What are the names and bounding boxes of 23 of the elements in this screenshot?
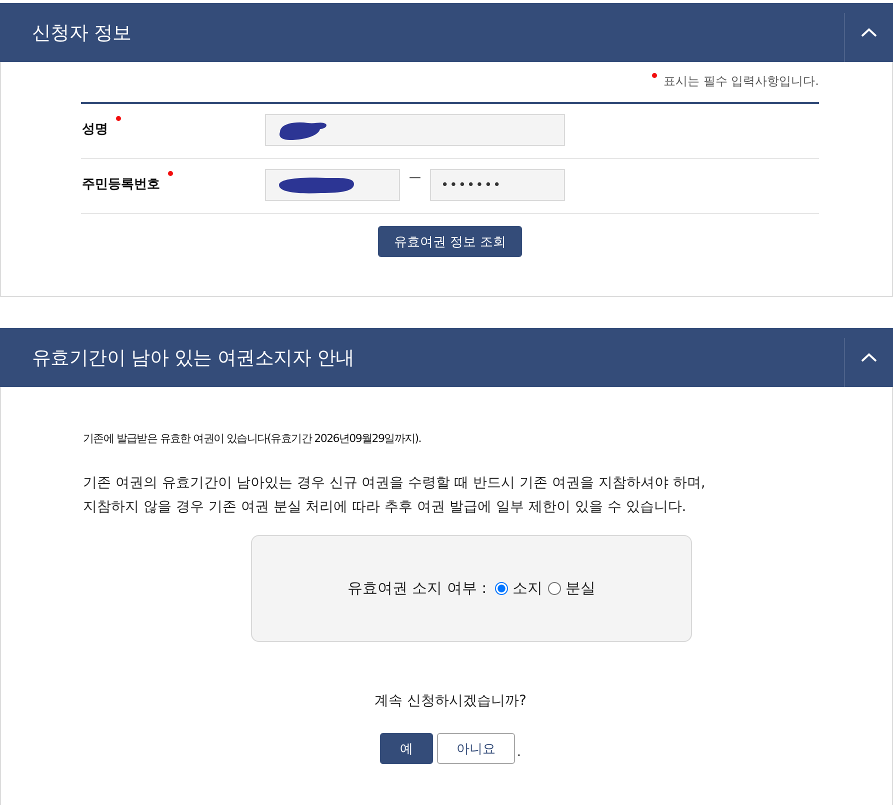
- section-title: 유효기간이 남아 있는 여권소지자 안내: [32, 346, 354, 370]
- no-button[interactable]: 아니요: [436, 733, 515, 764]
- field-label: 주민등록번호: [82, 177, 160, 193]
- yes-button[interactable]: 예: [380, 733, 433, 764]
- radio-label[interactable]: 소지: [512, 579, 543, 598]
- lookup-button[interactable]: 유효여권 정보 조회: [378, 226, 522, 257]
- period-text: .: [516, 744, 522, 760]
- input-field[interactable]: •••••••: [430, 169, 565, 201]
- radio-button[interactable]: [494, 582, 508, 595]
- required-note: 표시는 필수 입력사항입니다.: [664, 73, 819, 89]
- input-field[interactable]: [265, 114, 565, 146]
- redaction-scribble-icon: [276, 175, 356, 195]
- section-title: 신청자 정보: [32, 20, 132, 44]
- input-field[interactable]: [265, 169, 400, 201]
- guidance-text: 기존 여권의 유효기간이 남아있는 경우 신규 여권을 수령할 때 반드시 기존 여권을 지참하셔야 하며, 지참하지 않을 경우 기존 여권 분실 처리에 따라 추후 여권 발급에 일부 제한이 있을 수 있습니다.: [83, 474, 706, 517]
- field-label: 성명: [82, 122, 108, 138]
- radio-button[interactable]: [548, 582, 561, 595]
- radio-label[interactable]: 분실: [566, 579, 596, 598]
- separator-text: —: [409, 171, 421, 183]
- validity-note: 기존에 발급받은 유효한 여권이 있습니다(유효기간 2026년09월29일까지).: [83, 432, 421, 446]
- possession-label: 유효여권 소지 여부 :: [347, 579, 487, 598]
- confirm-question: 계속 신청하시겠습니까?: [374, 692, 526, 711]
- required-marker-icon: [652, 73, 657, 78]
